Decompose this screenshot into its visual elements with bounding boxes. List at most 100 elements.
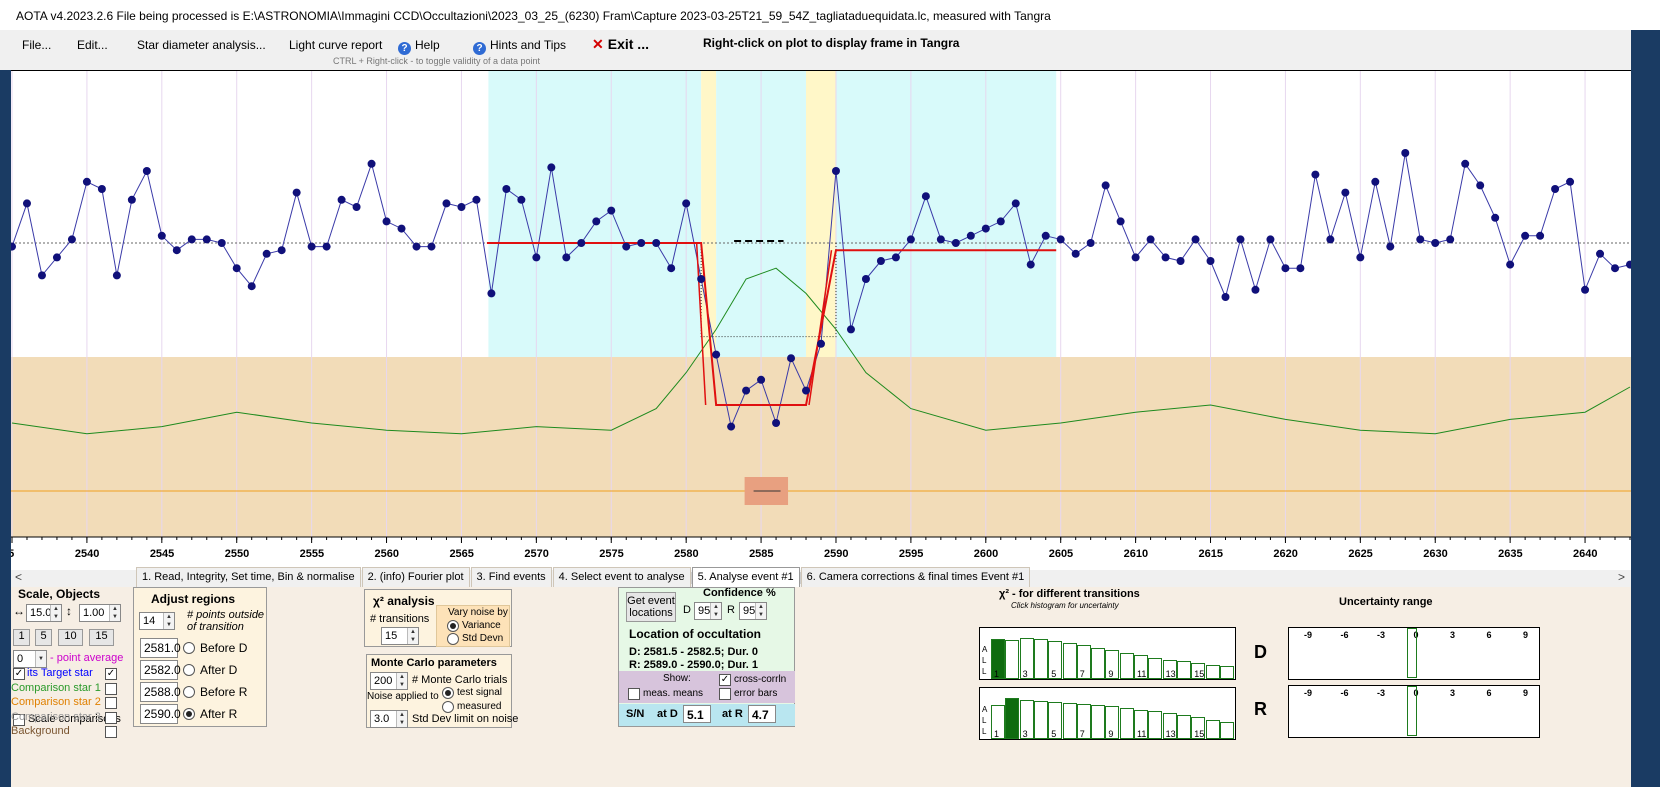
- confidence-r-input[interactable]: 95 ▲ ▼: [739, 602, 767, 620]
- spin-arrows-icon[interactable]: ▲ ▼: [396, 673, 407, 689]
- data-point[interactable]: [262, 249, 271, 258]
- confidence-d-input[interactable]: 95 ▲ ▼: [694, 602, 722, 620]
- data-point[interactable]: [352, 203, 361, 211]
- hist-r-bar[interactable]: [1176, 715, 1191, 739]
- data-point[interactable]: [712, 350, 721, 359]
- monte-trials-input[interactable]: 200 ▲ ▼: [370, 672, 408, 690]
- hist-r-bar[interactable]: [1005, 698, 1020, 739]
- before-d-input[interactable]: 2581.0: [140, 638, 181, 658]
- std-limit-input[interactable]: 3.0 ▲ ▼: [370, 710, 408, 728]
- data-point[interactable]: [1206, 257, 1215, 265]
- data-point[interactable]: [787, 354, 796, 363]
- data-point[interactable]: [577, 239, 586, 247]
- data-point[interactable]: [307, 242, 316, 251]
- hist-d-bar[interactable]: [1062, 643, 1077, 679]
- hist-d-bar[interactable]: [1205, 665, 1220, 679]
- hist-r-bar[interactable]: [1205, 720, 1220, 739]
- data-point[interactable]: [52, 253, 61, 262]
- data-point[interactable]: [22, 199, 31, 208]
- menu-light-curve-report[interactable]: Light curve report: [289, 38, 382, 52]
- data-point[interactable]: [682, 199, 691, 208]
- menu-file[interactable]: File...: [22, 38, 51, 52]
- data-point[interactable]: [82, 177, 91, 186]
- data-point[interactable]: [846, 325, 855, 334]
- data-point[interactable]: [757, 375, 766, 384]
- data-point[interactable]: [277, 246, 286, 255]
- tab-6[interactable]: 6. Camera corrections & final times Even…: [800, 567, 1031, 587]
- data-point[interactable]: [1296, 264, 1305, 273]
- hist-r-bar[interactable]: [1148, 711, 1163, 739]
- data-point[interactable]: [502, 185, 511, 193]
- menu-exit[interactable]: ✕ Exit ...: [592, 36, 649, 53]
- data-point[interactable]: [142, 167, 151, 175]
- data-point[interactable]: [1356, 253, 1365, 262]
- data-point[interactable]: [1041, 231, 1050, 240]
- data-point[interactable]: [1311, 170, 1320, 179]
- data-point[interactable]: [37, 271, 46, 280]
- after-d-radio[interactable]: [183, 664, 195, 676]
- data-point[interactable]: [1566, 177, 1575, 186]
- transitions-input[interactable]: 15 ▲ ▼: [381, 627, 419, 645]
- data-point[interactable]: [981, 224, 990, 233]
- hist-r-bar[interactable]: [1033, 701, 1048, 739]
- data-point[interactable]: [337, 195, 346, 204]
- data-point[interactable]: [1386, 242, 1395, 251]
- tab-1[interactable]: 1. Read, Integrity, Set time, Bin & norm…: [136, 567, 361, 587]
- data-point[interactable]: [697, 275, 706, 283]
- data-point[interactable]: [876, 257, 885, 265]
- data-point[interactable]: [472, 195, 481, 204]
- data-point[interactable]: [1251, 285, 1260, 294]
- data-point[interactable]: [1431, 239, 1440, 247]
- data-point[interactable]: [1221, 293, 1230, 301]
- data-point[interactable]: [1371, 177, 1380, 186]
- after-r-radio[interactable]: [183, 708, 195, 720]
- data-point[interactable]: [1191, 235, 1200, 244]
- menu-help[interactable]: ? Help: [398, 38, 440, 55]
- data-point[interactable]: [217, 239, 226, 247]
- data-point[interactable]: [1461, 159, 1470, 168]
- data-point[interactable]: [412, 242, 421, 251]
- measured-radio[interactable]: [442, 701, 454, 713]
- data-point[interactable]: [397, 224, 406, 233]
- data-point[interactable]: [157, 231, 166, 240]
- hist-d-bar[interactable]: [1219, 666, 1234, 679]
- get-event-locations-button[interactable]: Get event locations: [626, 592, 676, 622]
- data-point[interactable]: [1176, 257, 1185, 265]
- data-point[interactable]: [487, 289, 496, 298]
- data-point[interactable]: [1236, 235, 1245, 244]
- hist-d-bar[interactable]: [1005, 640, 1020, 679]
- data-point[interactable]: [1131, 253, 1140, 262]
- hist-d-bar[interactable]: [1091, 648, 1106, 679]
- data-point[interactable]: [637, 239, 646, 247]
- data-point[interactable]: [667, 264, 676, 273]
- data-point[interactable]: [802, 386, 811, 395]
- data-point[interactable]: [906, 235, 915, 244]
- data-point[interactable]: [652, 239, 661, 247]
- data-point[interactable]: [861, 275, 870, 283]
- data-point[interactable]: [292, 188, 301, 197]
- data-point[interactable]: [1011, 199, 1020, 208]
- stddev-radio[interactable]: [447, 633, 459, 645]
- data-point[interactable]: [517, 195, 526, 204]
- variance-radio[interactable]: [447, 620, 459, 632]
- before-r-radio[interactable]: [183, 686, 195, 698]
- data-point[interactable]: [1521, 231, 1530, 240]
- spin-arrows-icon[interactable]: ▲ ▼: [710, 603, 721, 619]
- data-point[interactable]: [1416, 235, 1425, 244]
- hist-d-bar[interactable]: [1119, 653, 1134, 679]
- data-point[interactable]: [1341, 188, 1350, 197]
- menu-hints[interactable]: ? Hints and Tips: [473, 38, 566, 55]
- data-point[interactable]: [1596, 249, 1605, 258]
- tab-5[interactable]: 5. Analyse event #1: [691, 567, 800, 587]
- spin-arrows-icon[interactable]: ▲ ▼: [396, 711, 407, 727]
- data-point[interactable]: [727, 422, 736, 431]
- data-point[interactable]: [127, 195, 136, 204]
- data-point[interactable]: [202, 235, 211, 244]
- test-signal-radio[interactable]: [442, 687, 454, 699]
- scroll-left-icon[interactable]: <: [15, 570, 22, 584]
- tab-2[interactable]: 2. (info) Fourier plot: [361, 567, 470, 587]
- data-point[interactable]: [112, 271, 121, 280]
- data-point[interactable]: [891, 253, 900, 262]
- hist-r-bar[interactable]: [1091, 705, 1106, 739]
- data-point[interactable]: [936, 235, 945, 244]
